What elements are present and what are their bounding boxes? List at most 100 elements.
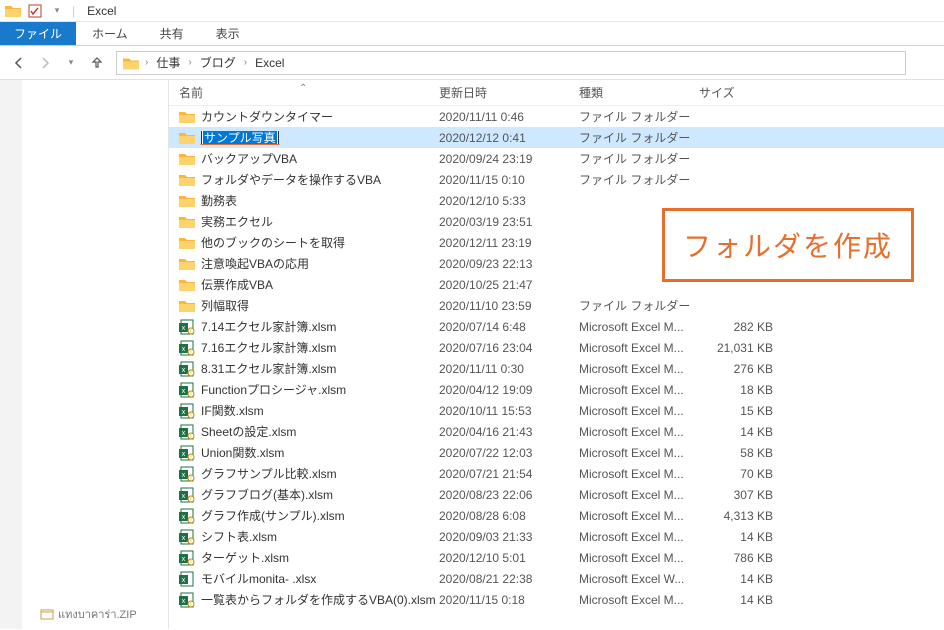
folder-icon	[179, 152, 195, 165]
cell-name: 注意喚起VBAの応用	[179, 255, 439, 272]
titlebar-separator: |	[72, 4, 75, 18]
chevron-right-icon[interactable]: ›	[186, 57, 193, 68]
cell-size: 282 KB	[699, 320, 779, 334]
cell-name: 列幅取得	[179, 297, 439, 314]
file-row[interactable]: フォルダやデータを操作するVBA2020/11/15 0:10ファイル フォルダ…	[169, 169, 944, 190]
file-row[interactable]: 7.16エクセル家計簿.xlsm2020/07/16 23:04Microsof…	[169, 337, 944, 358]
file-name-label: 実務エクセル	[201, 213, 273, 230]
file-name-label: グラフブログ(基本).xlsm	[201, 486, 333, 503]
file-row[interactable]: 一覧表からフォルダを作成するVBA(0).xlsm2020/11/15 0:18…	[169, 589, 944, 610]
file-row[interactable]: グラフサンプル比較.xlsm2020/07/21 21:54Microsoft …	[169, 463, 944, 484]
col-header-name[interactable]: 名前 ⌃	[179, 84, 439, 101]
tab-view[interactable]: 表示	[200, 22, 256, 45]
file-row[interactable]: サンプル写真2020/12/12 0:41ファイル フォルダー	[169, 127, 944, 148]
file-row[interactable]: IF関数.xlsm2020/10/11 15:53Microsoft Excel…	[169, 400, 944, 421]
tab-file[interactable]: ファイル	[0, 22, 76, 45]
cell-name: グラフブログ(基本).xlsm	[179, 486, 439, 503]
breadcrumb-item[interactable]: 仕事	[154, 54, 182, 71]
chevron-right-icon[interactable]: ›	[143, 57, 150, 68]
cell-type: Microsoft Excel M...	[579, 425, 699, 439]
file-row[interactable]: グラフ作成(サンプル).xlsm2020/08/28 6:08Microsoft…	[169, 505, 944, 526]
qat-dropdown-icon[interactable]: ▾	[50, 4, 64, 18]
col-header-date[interactable]: 更新日時	[439, 84, 579, 101]
cell-size: 14 KB	[699, 593, 779, 607]
cell-date: 2020/10/25 21:47	[439, 278, 579, 292]
cell-date: 2020/08/21 22:38	[439, 572, 579, 586]
cell-type: Microsoft Excel M...	[579, 446, 699, 460]
col-header-name-label: 名前	[179, 86, 203, 100]
file-name-label: IF関数.xlsm	[201, 402, 264, 419]
nav-sidebar[interactable]: แทงบาคาร่า.zip	[0, 80, 169, 629]
file-row[interactable]: 列幅取得2020/11/10 23:59ファイル フォルダー	[169, 295, 944, 316]
cell-size: 18 KB	[699, 383, 779, 397]
cell-name: カウントダウンタイマー	[179, 108, 439, 125]
cell-type: Microsoft Excel M...	[579, 488, 699, 502]
file-row[interactable]: シフト表.xlsm2020/09/03 21:33Microsoft Excel…	[169, 526, 944, 547]
breadcrumb-item[interactable]: Excel	[253, 56, 286, 70]
cell-size: 15 KB	[699, 404, 779, 418]
nav-forward-button[interactable]	[34, 52, 56, 74]
cell-name: 8.31エクセル家計簿.xlsm	[179, 360, 439, 377]
cell-date: 2020/07/14 6:48	[439, 320, 579, 334]
cell-type: Microsoft Excel M...	[579, 551, 699, 565]
cell-type: Microsoft Excel M...	[579, 341, 699, 355]
file-row[interactable]: グラフブログ(基本).xlsm 2020/08/23 22:06Microsoft…	[169, 484, 944, 505]
cell-date: 2020/09/03 21:33	[439, 530, 579, 544]
file-row[interactable]: Functionプロシージャ.xlsm2020/04/12 19:09Micro…	[169, 379, 944, 400]
cell-name: 伝票作成VBA	[179, 276, 439, 293]
cell-size: 21,031 KB	[699, 341, 779, 355]
file-name-label: フォルダやデータを操作するVBA	[201, 171, 381, 188]
cell-type: Microsoft Excel M...	[579, 530, 699, 544]
cell-date: 2020/09/24 23:19	[439, 152, 579, 166]
xlsm-icon	[179, 403, 195, 419]
tab-home[interactable]: ホーム	[76, 22, 144, 45]
file-row[interactable]: カウントダウンタイマー2020/11/11 0:46ファイル フォルダー	[169, 106, 944, 127]
file-row[interactable]: 7.14エクセル家計簿.xlsm2020/07/14 6:48Microsoft…	[169, 316, 944, 337]
address-bar[interactable]: › 仕事 › ブログ › Excel	[116, 51, 906, 75]
folder-icon	[179, 110, 195, 123]
file-name-label: 注意喚起VBAの応用	[201, 255, 309, 272]
cell-size: 14 KB	[699, 425, 779, 439]
folder-icon	[179, 215, 195, 228]
qat-save-icon[interactable]	[28, 4, 42, 18]
file-row[interactable]: ターゲット.xlsm2020/12/10 5:01Microsoft Excel…	[169, 547, 944, 568]
folder-icon	[179, 194, 195, 207]
xlsm-icon	[179, 550, 195, 566]
cell-type: Microsoft Excel M...	[579, 467, 699, 481]
cell-name: 一覧表からフォルダを作成するVBA(0).xlsm	[179, 591, 439, 608]
file-name-label: バックアップVBA	[201, 150, 297, 167]
col-header-type[interactable]: 種類	[579, 84, 699, 101]
cell-date: 2020/04/12 19:09	[439, 383, 579, 397]
nav-up-button[interactable]	[86, 52, 108, 74]
main-split: แทงบาคาร่า.zip 名前 ⌃ 更新日時 種類 サイズ カウントダウンタ…	[0, 80, 944, 629]
file-name-label: 他のブックのシートを取得	[201, 234, 345, 251]
xlsm-icon	[179, 382, 195, 398]
file-row[interactable]: 8.31エクセル家計簿.xlsm2020/11/11 0:30Microsoft…	[169, 358, 944, 379]
nav-back-button[interactable]	[8, 52, 30, 74]
cell-date: 2020/12/10 5:33	[439, 194, 579, 208]
col-header-size[interactable]: サイズ	[699, 84, 779, 101]
sidebar-bottom-item[interactable]: แทงบาคาร่า.zip	[40, 605, 137, 623]
file-row[interactable]: Union関数.xlsm2020/07/22 12:03Microsoft Ex…	[169, 442, 944, 463]
nav-recent-dropdown[interactable]: ▾	[60, 52, 82, 74]
cell-name: 7.16エクセル家計簿.xlsm	[179, 339, 439, 356]
breadcrumb-item[interactable]: ブログ	[198, 54, 238, 71]
file-row[interactable]: バックアップVBA2020/09/24 23:19ファイル フォルダー	[169, 148, 944, 169]
file-name-label: モバイルmonita- .xlsx	[201, 570, 316, 587]
xlsx-icon	[179, 571, 195, 587]
cell-size: 58 KB	[699, 446, 779, 460]
file-name-label: Functionプロシージャ.xlsm	[201, 381, 346, 398]
file-list-panel: 名前 ⌃ 更新日時 種類 サイズ カウントダウンタイマー2020/11/11 0…	[169, 80, 944, 629]
chevron-right-icon[interactable]: ›	[242, 57, 249, 68]
cell-type: ファイル フォルダー	[579, 171, 699, 188]
xlsm-icon	[179, 508, 195, 524]
tab-share[interactable]: 共有	[144, 22, 200, 45]
cell-name: 他のブックのシートを取得	[179, 234, 439, 251]
cell-date: 2020/11/11 0:30	[439, 362, 579, 376]
file-row[interactable]: モバイルmonita- .xlsx2020/08/21 22:38Microso…	[169, 568, 944, 589]
cell-date: 2020/08/23 22:06	[439, 488, 579, 502]
cell-date: 2020/07/16 23:04	[439, 341, 579, 355]
rename-input[interactable]: サンプル写真	[201, 131, 279, 145]
folder-icon	[179, 299, 195, 312]
file-row[interactable]: Sheetの設定.xlsm2020/04/16 21:43Microsoft E…	[169, 421, 944, 442]
